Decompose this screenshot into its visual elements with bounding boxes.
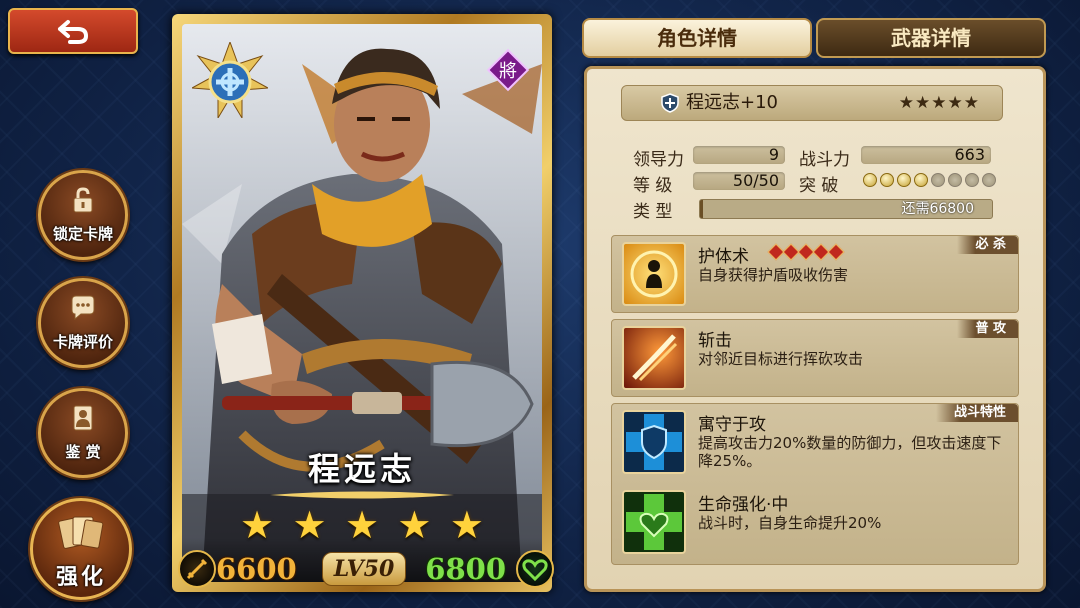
breakthrough-orb-filled <box>880 173 894 187</box>
skill-description: 战斗时，自身生命提升20% <box>698 514 882 532</box>
breakthrough-orb-filled <box>914 173 928 187</box>
green-heart-cross-icon <box>622 490 686 554</box>
breakthrough-orb-empty <box>965 173 979 187</box>
skill-description: 自身获得护盾吸收伤害 <box>698 266 849 284</box>
gem-icon <box>827 243 845 261</box>
hero-card-art: 將 程远志 ★ ★ ★ ★ ★ <box>182 24 542 582</box>
shield-guard-skill-icon <box>622 242 686 306</box>
power-bar: 663 <box>861 146 991 164</box>
slash-skill-icon <box>622 326 686 390</box>
portrait-card-icon <box>73 405 93 431</box>
card-review-label: 卡牌评价 <box>52 333 113 351</box>
breakthrough-orbs <box>863 173 996 187</box>
skill-description: 提高攻击力20%数量的防御力，但攻击速度下降25%。 <box>698 434 1002 470</box>
cards-icon <box>58 516 104 549</box>
rarity-badge-icon: 將 <box>486 48 530 92</box>
power-value: 663 <box>954 145 985 164</box>
level-label: 等 级 <box>633 176 673 196</box>
breakthrough-orb-filled <box>897 173 911 187</box>
breakthrough-orb-empty <box>948 173 962 187</box>
type-value: 还需66800 <box>901 201 974 217</box>
skill-name: 生命强化·中 <box>698 495 789 515</box>
leadership-label: 领导力 <box>633 150 684 170</box>
appreciate-label: 鉴 赏 <box>65 443 101 461</box>
svg-text:將: 將 <box>499 61 517 82</box>
skill-type-tag: 必 杀 <box>957 236 1018 254</box>
appreciate-button[interactable]: 鉴 赏 <box>38 388 128 478</box>
lock-card-button[interactable]: 锁定卡牌 <box>38 170 128 260</box>
skill-name: 寓守于攻 <box>698 415 766 435</box>
attack-sword-icon <box>178 550 216 588</box>
back-arrow-icon <box>58 20 88 44</box>
skill-row[interactable]: 寓守于攻 提高攻击力20%数量的防御力，但攻击速度下降25%。 <box>612 404 1018 484</box>
hp-value: 6800 <box>425 552 506 586</box>
detail-hero-name: 程远志+10 <box>686 92 778 113</box>
name-divider <box>270 491 454 499</box>
trait-group: 战斗特性 寓守于攻 提高攻击力20%数量的防御力，但攻击速度下降25%。 生命强… <box>611 403 1019 565</box>
skill-row[interactable]: 生命强化·中 战斗时，自身生命提升20% <box>612 484 1018 564</box>
tab-weapon-detail[interactable]: 武器详情 <box>816 18 1046 58</box>
breakthrough-label: 突 破 <box>799 176 839 196</box>
lock-card-label: 锁定卡牌 <box>52 225 113 243</box>
leadership-value: 9 <box>768 145 779 164</box>
skill-description: 对邻近目标进行挥砍攻击 <box>698 350 864 368</box>
detail-stars: ★★★★★ <box>898 93 980 113</box>
breakthrough-orb-empty <box>931 173 945 187</box>
level-text: LV50 <box>333 556 395 582</box>
leadership-bar: 9 <box>693 146 785 164</box>
level-value: 50/50 <box>732 171 779 190</box>
power-label: 战斗力 <box>799 150 850 170</box>
type-label: 类 型 <box>633 202 673 222</box>
skill-name: 护体术 <box>698 247 749 267</box>
enhance-button[interactable]: 强化 <box>30 498 132 600</box>
level-badge: LV50 <box>322 552 406 586</box>
skill-level-gems <box>767 243 845 261</box>
lock-icon <box>73 187 93 213</box>
chat-bubble-icon <box>71 295 95 321</box>
enhance-label: 强化 <box>55 565 106 590</box>
breakthrough-orb-filled <box>863 173 877 187</box>
type-progress-bar: 还需66800 <box>699 199 993 219</box>
skill-type-tag: 普 攻 <box>957 320 1018 338</box>
skill-name: 斩击 <box>698 331 732 351</box>
card-review-button[interactable]: 卡牌评价 <box>38 278 128 368</box>
class-emblem-icon <box>192 42 268 118</box>
hero-name: 程远志 <box>307 450 416 488</box>
skill-row[interactable]: 护体术 自身获得护盾吸收伤害 必 杀 <box>611 235 1019 313</box>
breakthrough-orb-empty <box>982 173 996 187</box>
blue-shield-cross-icon <box>622 410 686 474</box>
detail-panel: 程远志+10 ★★★★★ 领导力 9 战斗力 663 等 级 50/50 突 破… <box>584 66 1046 592</box>
back-button[interactable] <box>8 8 138 54</box>
level-bar: 50/50 <box>693 172 785 190</box>
attack-value: 6600 <box>216 552 297 586</box>
hero-card[interactable]: 將 程远志 ★ ★ ★ ★ ★ 6600 LV50 6800 <box>172 14 554 592</box>
shield-cross-icon <box>661 93 679 113</box>
hp-heart-icon <box>516 550 554 588</box>
detail-header: 程远志+10 ★★★★★ <box>621 85 1003 121</box>
skill-row[interactable]: 斩击 对邻近目标进行挥砍攻击 普 攻 <box>611 319 1019 397</box>
tab-character-detail[interactable]: 角色详情 <box>582 18 812 58</box>
